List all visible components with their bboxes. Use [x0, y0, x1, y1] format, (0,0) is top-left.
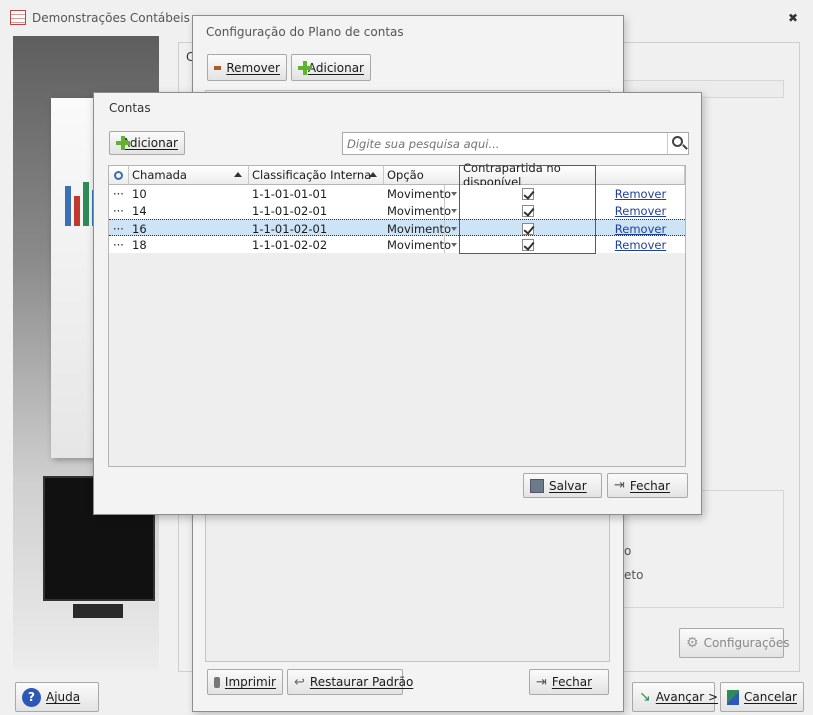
remove-link-label[interactable]: Remover: [615, 204, 666, 218]
chevron-down-icon: [451, 227, 457, 231]
cell-opcao[interactable]: Movimento: [384, 220, 451, 237]
contas-grid: Chamada Classificação Interna Opção Cont…: [108, 161, 686, 467]
gear-icon: ⚙: [686, 635, 699, 651]
row-indicator[interactable]: ···: [109, 202, 129, 219]
main-close-button[interactable]: ✖: [788, 11, 798, 25]
printer-icon: [214, 676, 220, 688]
wizard-ghost-text-2: eto: [624, 568, 644, 582]
chevron-down-icon: [451, 192, 457, 196]
search-button[interactable]: [667, 133, 688, 154]
save-button[interactable]: Salvar: [523, 473, 602, 498]
next-icon: ↘: [639, 689, 651, 705]
cell-opcao[interactable]: Movimento: [384, 185, 451, 202]
plano-remove-button[interactable]: Remover: [207, 54, 287, 81]
plano-add-button[interactable]: Adicionar: [291, 54, 371, 81]
row-indicator[interactable]: ···: [109, 236, 129, 253]
cell-opcao[interactable]: Movimento: [384, 236, 451, 253]
cell-classificacao[interactable]: 1-1-01-02-02: [249, 236, 384, 253]
opcao-dropdown[interactable]: [444, 202, 460, 219]
sort-up-icon: [234, 172, 242, 177]
help-icon: ?: [22, 687, 41, 707]
help-button[interactable]: ? Ajuda: [15, 682, 99, 712]
column-header-chamada[interactable]: Chamada: [129, 166, 249, 185]
column-header-classificacao[interactable]: Classificação Interna: [249, 166, 384, 185]
remove-link[interactable]: Remover: [596, 236, 685, 253]
contas-dialog-title: Contas: [109, 101, 151, 115]
cancel-icon: [727, 689, 740, 705]
contas-dialog: Contas Adicionar Chamada Classificação I…: [93, 92, 702, 515]
sort-up-icon: [369, 172, 377, 177]
cell-classificacao[interactable]: 1-1-01-02-01: [249, 220, 384, 237]
exit-icon: ⇥: [614, 478, 625, 493]
cell-chamada[interactable]: 16: [129, 220, 249, 237]
cell-opcao[interactable]: Movimento: [384, 202, 451, 219]
grid-search-column[interactable]: [109, 166, 129, 185]
cell-classificacao[interactable]: 1-1-01-02-01: [249, 202, 384, 219]
column-header-acao: [596, 166, 685, 185]
chevron-down-icon: [451, 243, 457, 247]
cancel-button[interactable]: Cancelar: [720, 682, 804, 712]
magnifier-icon: [114, 170, 123, 180]
contrapartida-highlight: [459, 165, 596, 254]
table-row[interactable]: ··· 14 1-1-01-02-01 Movimento Remover: [109, 202, 685, 219]
wizard-ghost-text-1: o: [624, 544, 632, 558]
plano-restore-button[interactable]: ↩ Restaurar Padrão: [287, 669, 413, 695]
column-header-opcao[interactable]: Opção: [384, 166, 460, 185]
plano-close-button[interactable]: ⇥ Fechar: [529, 669, 609, 695]
restore-icon: ↩: [294, 674, 305, 690]
remove-link[interactable]: Remover: [596, 185, 685, 202]
minus-icon: [214, 65, 222, 70]
contas-add-button[interactable]: Adicionar: [109, 131, 185, 155]
cell-classificacao[interactable]: 1-1-01-01-01: [249, 185, 384, 202]
row-indicator[interactable]: ···: [109, 220, 129, 237]
plano-print-button[interactable]: Imprimir: [207, 669, 283, 695]
next-button[interactable]: ↘ Avançar >: [632, 682, 718, 712]
remove-link[interactable]: Remover: [596, 202, 685, 219]
remove-link-label[interactable]: Remover: [615, 238, 666, 252]
remove-link[interactable]: Remover: [596, 220, 685, 237]
row-indicator[interactable]: ···: [109, 185, 129, 202]
opcao-dropdown[interactable]: [444, 236, 460, 253]
plus-icon: [116, 136, 129, 150]
plus-icon: [298, 60, 312, 75]
remove-link-label[interactable]: Remover: [615, 187, 666, 201]
search-box: [342, 132, 689, 155]
cell-chamada[interactable]: 18: [129, 236, 249, 253]
exit-icon: ⇥: [536, 674, 547, 690]
monitor-stand-image: [73, 604, 123, 618]
cell-chamada[interactable]: 14: [129, 202, 249, 219]
table-row[interactable]: ··· 18 1-1-01-02-02 Movimento Remover: [109, 236, 685, 253]
chevron-down-icon: [451, 209, 457, 213]
settings-button[interactable]: ⚙ Configurações: [679, 628, 790, 658]
search-input[interactable]: [343, 133, 667, 154]
remove-link-label[interactable]: Remover: [615, 222, 666, 236]
app-icon: [10, 10, 26, 25]
opcao-dropdown[interactable]: [444, 185, 460, 202]
floppy-icon: [530, 478, 544, 493]
table-row[interactable]: ··· 16 1-1-01-02-01 Movimento Remover: [109, 219, 685, 237]
cell-chamada[interactable]: 10: [129, 185, 249, 202]
table-row[interactable]: ··· 10 1-1-01-01-01 Movimento Remover: [109, 185, 685, 202]
contas-close-button[interactable]: ⇥ Fechar: [607, 473, 688, 498]
main-window-title: Demonstrações Contábeis: [32, 11, 190, 25]
plano-dialog-title: Configuração do Plano de contas: [206, 25, 404, 39]
opcao-dropdown[interactable]: [444, 220, 460, 237]
